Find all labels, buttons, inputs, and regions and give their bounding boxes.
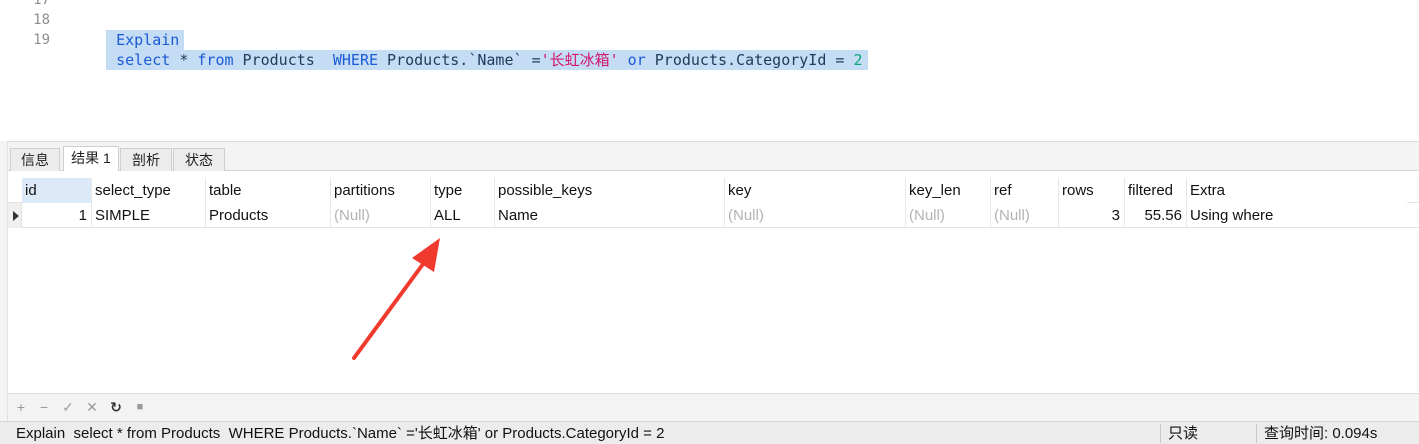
current-row-indicator-icon	[8, 203, 22, 228]
column-header-select-type[interactable]: select_type	[92, 178, 206, 203]
cell-table[interactable]: Products	[206, 203, 331, 228]
or-keyword: or	[618, 51, 655, 69]
line-number: 19	[33, 32, 50, 48]
result-grid[interactable]: id select_type table partitions type pos…	[8, 171, 1419, 393]
table-row[interactable]: 1 SIMPLE Products (Null) ALL Name (Null)…	[8, 203, 1419, 228]
number-literal: 2	[853, 51, 863, 69]
column-header-possible-keys[interactable]: possible_keys	[495, 178, 725, 203]
sql-editor[interactable]: 17 18 19 Explain select * from Products …	[0, 0, 1419, 141]
status-divider	[1160, 424, 1161, 443]
status-divider	[1256, 424, 1257, 443]
cell-key[interactable]: (Null)	[725, 203, 906, 228]
column-header-key[interactable]: key	[725, 178, 906, 203]
check-icon[interactable]: ✓	[61, 399, 75, 415]
cell-possible-keys[interactable]: Name	[495, 203, 725, 228]
string-literal: '长虹冰箱'	[540, 51, 619, 69]
cell-type[interactable]: ALL	[431, 203, 495, 228]
equals-operator-2: =	[826, 51, 854, 69]
cell-key-len[interactable]: (Null)	[906, 203, 991, 228]
column-header-type[interactable]: type	[431, 178, 495, 203]
tab-profile[interactable]: 剖析	[120, 148, 172, 172]
equals-operator: =	[531, 51, 541, 69]
refresh-icon[interactable]: ↻	[109, 399, 123, 415]
cell-extra[interactable]: Using where	[1187, 203, 1407, 228]
cross-icon[interactable]: ✕	[85, 399, 99, 415]
selected-query: select * from Products WHERE Products.`N…	[106, 50, 868, 70]
plus-icon[interactable]: +	[14, 399, 28, 415]
cell-id[interactable]: 1	[22, 203, 92, 228]
minus-icon[interactable]: −	[37, 399, 51, 415]
line-number-gutter: 17 18 19	[8, 0, 58, 141]
annotation-arrow-icon	[352, 238, 440, 360]
cell-select-type[interactable]: SIMPLE	[92, 203, 206, 228]
column-identifier-2: Products.CategoryId	[654, 51, 827, 69]
status-sql-text: Explain select * from Products WHERE Pro…	[16, 425, 665, 442]
tab-info[interactable]: 信息	[10, 148, 60, 172]
column-header-table[interactable]: table	[206, 178, 331, 203]
select-keyword: select	[116, 51, 171, 69]
stop-icon[interactable]: ■	[133, 399, 147, 415]
status-bar: Explain select * from Products WHERE Pro…	[0, 421, 1419, 444]
result-tabs: 信息 结果 1 剖析 状态	[8, 141, 1419, 173]
column-header-partitions[interactable]: partitions	[331, 178, 431, 203]
line-number: 17	[33, 0, 50, 8]
column-identifier: Products.`Name`	[378, 51, 532, 69]
from-keyword: from	[197, 51, 234, 69]
grid-toolbar: + − ✓ ✕ ↻ ■	[8, 393, 1419, 421]
code-line-18[interactable]: Explain	[70, 10, 185, 50]
read-only-indicator: 只读	[1168, 425, 1199, 442]
tab-result-1[interactable]: 结果 1	[63, 146, 119, 173]
where-keyword: WHERE	[332, 51, 379, 69]
column-header-ref[interactable]: ref	[991, 178, 1059, 203]
tab-status[interactable]: 状态	[173, 148, 225, 172]
table-identifier: Products	[233, 51, 333, 69]
column-header-extra[interactable]: Extra	[1187, 178, 1407, 203]
column-header-rows[interactable]: rows	[1059, 178, 1125, 203]
cell-partitions[interactable]: (Null)	[331, 203, 431, 228]
cell-filtered[interactable]: 55.56	[1125, 203, 1187, 228]
code-line-19[interactable]: select * from Products WHERE Products.`N…	[70, 30, 868, 70]
column-header-filtered[interactable]: filtered	[1125, 178, 1187, 203]
cell-ref[interactable]: (Null)	[991, 203, 1059, 228]
query-time-indicator: 查询时间: 0.094s	[1264, 425, 1378, 442]
star-token: *	[170, 51, 198, 69]
line-number: 18	[33, 12, 50, 28]
grid-header-row: id select_type table partitions type pos…	[8, 178, 1419, 203]
cell-rows[interactable]: 3	[1059, 203, 1125, 228]
column-header-key-len[interactable]: key_len	[906, 178, 991, 203]
column-header-id[interactable]: id	[22, 178, 92, 203]
